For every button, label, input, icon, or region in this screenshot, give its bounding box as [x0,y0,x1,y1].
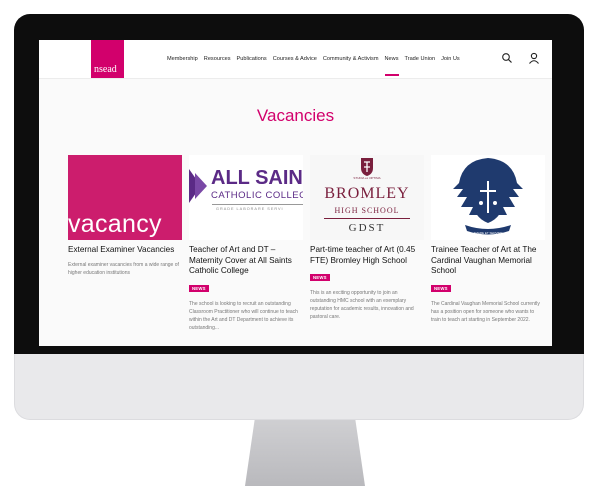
user-icon[interactable] [528,52,540,64]
nav-item-resources[interactable]: Resources [204,56,231,62]
card-description: The school is looking to recruit an outs… [189,300,298,331]
card-description: This is an exciting opportunity to join … [310,290,414,320]
nav-item-join-us[interactable]: Join Us [441,56,460,62]
news-tag[interactable]: NEWS [189,284,209,292]
nav-item-community-activism[interactable]: Community & Activism [323,56,379,62]
nsead-logo[interactable]: nsead [91,40,124,78]
vacancy-image-text: vacancy [68,210,162,238]
card-title[interactable]: External Examiner Vacancies [68,245,182,256]
top-navigation: nsead Membership Resources Publications … [39,40,552,79]
search-icon[interactable] [501,52,513,64]
card-title[interactable]: Trainee Teacher of Art at The Cardinal V… [431,245,545,277]
bromley-logo-text: BROMLEY [324,185,410,202]
catholic-college-logo-text: CATHOLIC COLLEG [211,190,303,201]
card-image: STUDIA ex OPTIMA BROMLEY HIGH SCHOOL GDS… [310,155,424,240]
nav-item-publications[interactable]: Publications [237,56,267,62]
card-image: vacancy [68,155,182,240]
cardinal-motto: AMARE ET SERVIRE [473,231,503,235]
gdst-logo-text: GDST [348,222,386,234]
motto-text: GRADE LABORARE SERVI [216,207,284,211]
page-title: Vacancies [256,106,335,125]
vacancy-card[interactable]: vacancy External Examiner Vacancies Exte… [68,155,182,277]
card-description: External examiner vacancies from a wide … [68,261,179,276]
all-saints-logo-text: ALL SAINT [211,167,303,189]
card-image: AMARE ET SERVIRE [431,155,545,240]
school-crest-icon [189,169,207,203]
main-menu: Membership Resources Publications Course… [167,53,460,76]
card-description: The Cardinal Vaughan Memorial School cur… [431,300,540,323]
nav-item-news[interactable]: News [384,56,399,76]
card-title[interactable]: Teacher of Art and DT – Maternity Cover … [189,245,303,277]
news-tag[interactable]: NEWS [431,284,451,292]
monitor-stand [245,420,365,486]
bromley-crest-icon [361,158,373,176]
news-tag[interactable]: NEWS [310,274,330,281]
card-image: ALL SAINT CATHOLIC COLLEG GRADE LABORARE… [189,155,303,240]
card-title[interactable]: Part-time teacher of Art (0.45 FTE) Brom… [310,245,424,266]
vacancy-card[interactable]: ALL SAINT CATHOLIC COLLEG GRADE LABORARE… [189,155,303,332]
browser-screen: nsead Membership Resources Publications … [39,40,552,346]
vacancy-card[interactable]: STUDIA ex OPTIMA BROMLEY HIGH SCHOOL GDS… [310,155,424,321]
monitor-chin [14,354,584,420]
logo-text: nsead [94,64,117,75]
nav-item-courses-advice[interactable]: Courses & Advice [273,56,317,62]
nav-item-trade-union[interactable]: Trade Union [405,56,436,62]
vacancy-card[interactable]: AMARE ET SERVIRE Trainee Teacher of Art … [431,155,545,324]
high-school-logo-text: HIGH SCHOOL [334,206,400,215]
nav-item-membership[interactable]: Membership [167,56,198,62]
bromley-motto: STUDIA ex OPTIMA [353,176,381,180]
cardinal-coat-of-arms-icon [453,158,523,235]
